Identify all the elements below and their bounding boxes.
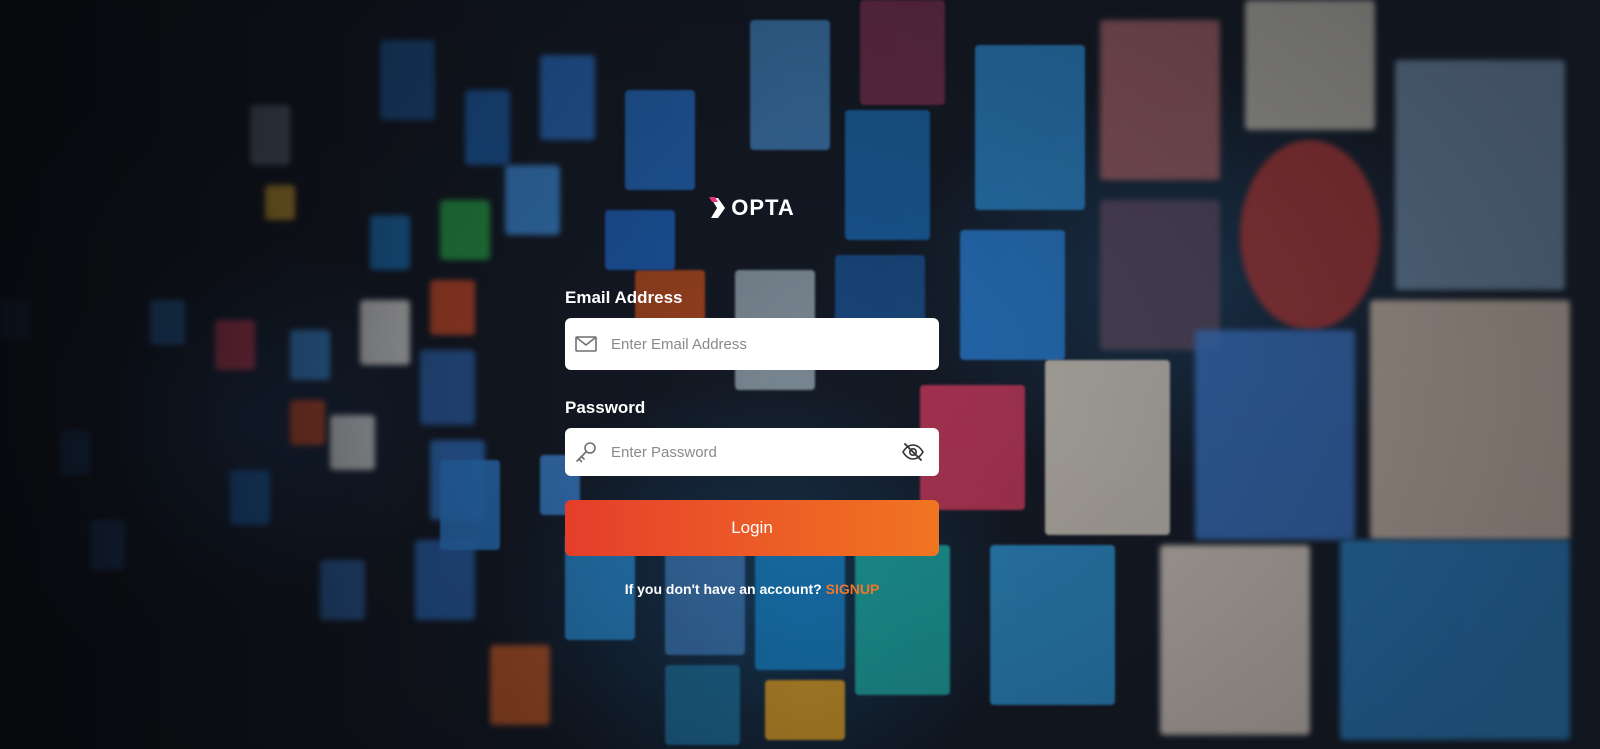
password-input[interactable] <box>609 427 901 477</box>
login-button[interactable]: Login <box>565 500 939 556</box>
email-input[interactable] <box>609 317 925 371</box>
eye-off-icon[interactable] <box>901 440 925 464</box>
brand-logo: OPTA <box>565 190 939 226</box>
signup-link[interactable]: SIGNUP <box>826 581 880 597</box>
password-input-wrapper <box>565 427 939 477</box>
logo-text: OPTA <box>731 195 795 220</box>
logo-mark-icon <box>709 197 727 219</box>
mail-icon <box>573 331 599 357</box>
email-input-wrapper <box>565 317 939 371</box>
password-label: Password <box>565 398 646 417</box>
email-label: Email Address <box>565 288 683 307</box>
key-icon <box>573 439 599 465</box>
login-panel: OPTA Email Address Password <box>565 190 939 597</box>
signup-prompt-row: If you don't have an account? SIGNUP <box>565 581 939 597</box>
signup-prompt-text: If you don't have an account? <box>624 581 822 597</box>
